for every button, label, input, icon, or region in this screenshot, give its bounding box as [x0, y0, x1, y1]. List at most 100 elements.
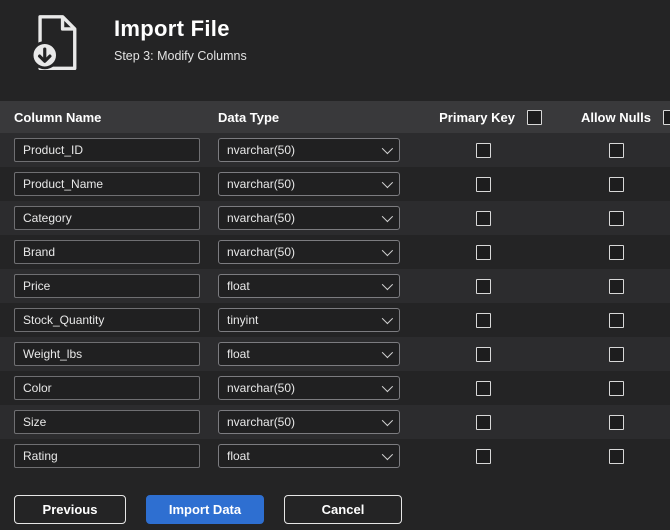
- allow-nulls-cell: [548, 380, 670, 396]
- page-subtitle: Step 3: Modify Columns: [114, 49, 247, 63]
- primary-key-checkbox[interactable]: [475, 380, 491, 396]
- allow-nulls-checkbox[interactable]: [608, 448, 624, 464]
- primary-key-checkbox[interactable]: [475, 346, 491, 362]
- allow-nulls-cell: [548, 312, 670, 328]
- column-name-cell: [14, 274, 218, 298]
- allow-nulls-cell: [548, 278, 670, 294]
- chevron-down-icon: [381, 244, 394, 257]
- allow-nulls-checkbox[interactable]: [608, 380, 624, 396]
- primary-key-checkbox[interactable]: [475, 244, 491, 260]
- allow-nulls-checkbox[interactable]: [608, 210, 624, 226]
- col-header-primary-key: Primary Key: [418, 109, 548, 125]
- column-name-input[interactable]: [14, 376, 200, 400]
- primary-key-checkbox[interactable]: [475, 312, 491, 328]
- data-type-cell: nvarchar(50): [218, 172, 418, 196]
- import-data-button[interactable]: Import Data: [146, 495, 264, 524]
- table-row: float: [0, 269, 670, 303]
- primary-key-cell: [418, 414, 548, 430]
- allow-nulls-checkbox[interactable]: [608, 176, 624, 192]
- column-name-input[interactable]: [14, 342, 200, 366]
- allow-nulls-select-all-checkbox[interactable]: [663, 109, 670, 125]
- allow-nulls-checkbox[interactable]: [608, 278, 624, 294]
- previous-button[interactable]: Previous: [14, 495, 126, 524]
- page-title: Import File: [114, 16, 230, 41]
- chevron-down-icon: [381, 278, 394, 291]
- data-type-dropdown[interactable]: float: [218, 444, 400, 468]
- allow-nulls-cell: [548, 142, 670, 158]
- data-type-dropdown[interactable]: nvarchar(50): [218, 206, 400, 230]
- primary-key-header-label: Primary Key: [439, 109, 515, 125]
- allow-nulls-checkbox[interactable]: [608, 312, 624, 328]
- primary-key-checkbox[interactable]: [475, 278, 491, 294]
- primary-key-checkbox[interactable]: [475, 142, 491, 158]
- column-name-input[interactable]: [14, 308, 200, 332]
- column-name-input[interactable]: [14, 172, 200, 196]
- data-type-cell: float: [218, 444, 418, 468]
- dialog-footer: Previous Import Data Cancel: [0, 495, 670, 524]
- table-row: nvarchar(50): [0, 371, 670, 405]
- primary-key-cell: [418, 142, 548, 158]
- primary-key-checkbox[interactable]: [475, 448, 491, 464]
- column-name-input[interactable]: [14, 444, 200, 468]
- primary-key-checkbox[interactable]: [475, 414, 491, 430]
- data-type-dropdown[interactable]: nvarchar(50): [218, 410, 400, 434]
- column-name-input[interactable]: [14, 206, 200, 230]
- data-type-dropdown[interactable]: float: [218, 274, 400, 298]
- allow-nulls-checkbox[interactable]: [608, 414, 624, 430]
- chevron-down-icon: [381, 346, 394, 359]
- allow-nulls-checkbox[interactable]: [608, 142, 624, 158]
- allow-nulls-cell: [548, 448, 670, 464]
- col-header-allow-nulls: Allow Nulls: [548, 109, 670, 125]
- allow-nulls-header-label: Allow Nulls: [580, 109, 651, 125]
- cancel-button[interactable]: Cancel: [284, 495, 402, 524]
- allow-nulls-checkbox[interactable]: [608, 244, 624, 260]
- table-header: Column Name Data Type Primary Key Allow …: [0, 101, 670, 133]
- column-name-cell: [14, 444, 218, 468]
- col-header-data-type: Data Type: [218, 109, 280, 125]
- chevron-down-icon: [381, 448, 394, 461]
- file-import-icon: [26, 12, 86, 74]
- data-type-dropdown[interactable]: tinyint: [218, 308, 400, 332]
- column-name-cell: [14, 240, 218, 264]
- columns-table: Column Name Data Type Primary Key Allow …: [0, 101, 670, 473]
- data-type-dropdown[interactable]: float: [218, 342, 400, 366]
- primary-key-checkbox[interactable]: [475, 176, 491, 192]
- table-row: nvarchar(50): [0, 133, 670, 167]
- table-row: nvarchar(50): [0, 235, 670, 269]
- column-name-input[interactable]: [14, 274, 200, 298]
- column-name-cell: [14, 172, 218, 196]
- table-row: nvarchar(50): [0, 167, 670, 201]
- data-type-cell: nvarchar(50): [218, 240, 418, 264]
- allow-nulls-cell: [548, 414, 670, 430]
- allow-nulls-cell: [548, 346, 670, 362]
- primary-key-cell: [418, 278, 548, 294]
- primary-key-cell: [418, 176, 548, 192]
- primary-key-select-all-checkbox[interactable]: [527, 109, 542, 125]
- allow-nulls-checkbox[interactable]: [608, 346, 624, 362]
- table-row: tinyint: [0, 303, 670, 337]
- data-type-value: nvarchar(50): [227, 211, 296, 225]
- data-type-cell: float: [218, 342, 418, 366]
- data-type-dropdown[interactable]: nvarchar(50): [218, 240, 400, 264]
- primary-key-cell: [418, 244, 548, 260]
- data-type-dropdown[interactable]: nvarchar(50): [218, 138, 400, 162]
- data-type-value: float: [227, 347, 250, 361]
- column-name-input[interactable]: [14, 410, 200, 434]
- chevron-down-icon: [381, 176, 394, 189]
- chevron-down-icon: [381, 414, 394, 427]
- data-type-cell: nvarchar(50): [218, 410, 418, 434]
- data-type-dropdown[interactable]: nvarchar(50): [218, 172, 400, 196]
- primary-key-cell: [418, 312, 548, 328]
- table-row: float: [0, 337, 670, 371]
- primary-key-cell: [418, 346, 548, 362]
- column-name-cell: [14, 206, 218, 230]
- primary-key-cell: [418, 210, 548, 226]
- data-type-dropdown[interactable]: nvarchar(50): [218, 376, 400, 400]
- allow-nulls-cell: [548, 176, 670, 192]
- primary-key-checkbox[interactable]: [475, 210, 491, 226]
- column-name-input[interactable]: [14, 240, 200, 264]
- chevron-down-icon: [381, 380, 394, 393]
- data-type-cell: nvarchar(50): [218, 138, 418, 162]
- chevron-down-icon: [381, 312, 394, 325]
- column-name-input[interactable]: [14, 138, 200, 162]
